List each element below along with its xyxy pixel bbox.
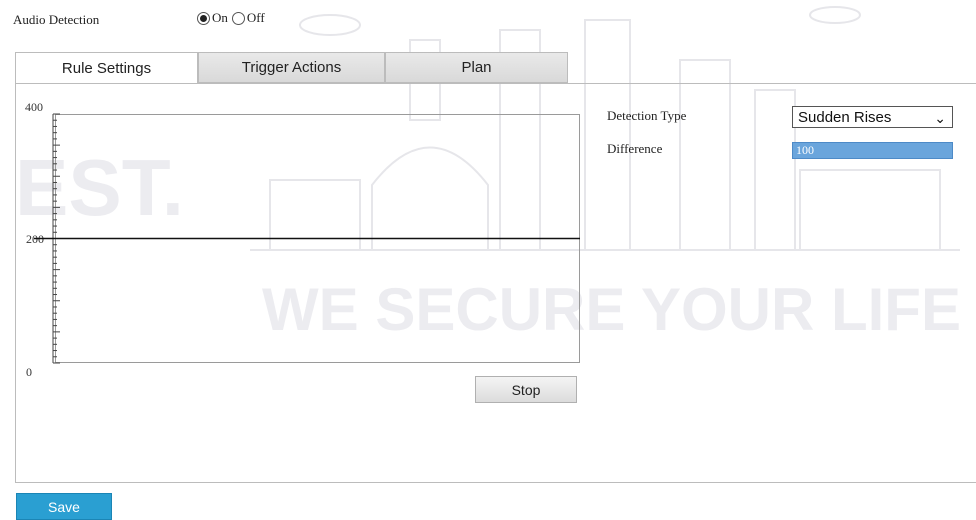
chevron-down-icon: ⌄ bbox=[934, 110, 946, 126]
audio-detection-radio-group: On Off bbox=[197, 10, 269, 26]
graph-axis bbox=[34, 113, 580, 364]
radio-on-label[interactable]: On bbox=[212, 10, 228, 26]
detection-type-label: Detection Type bbox=[607, 108, 687, 123]
tab-rule-settings[interactable]: Rule Settings bbox=[15, 52, 198, 84]
save-button[interactable]: Save bbox=[16, 493, 112, 520]
detection-type-value: Sudden Rises bbox=[798, 108, 892, 126]
audio-detection-label: Audio Detection bbox=[13, 12, 100, 27]
tab-bar: Rule Settings Trigger Actions Plan bbox=[15, 52, 568, 84]
difference-input[interactable]: 100 bbox=[792, 142, 953, 159]
stop-button[interactable]: Stop bbox=[475, 376, 577, 403]
radio-off-label[interactable]: Off bbox=[247, 10, 265, 26]
difference-label: Difference bbox=[607, 141, 663, 156]
tab-trigger-actions[interactable]: Trigger Actions bbox=[198, 52, 385, 83]
tab-plan[interactable]: Plan bbox=[385, 52, 568, 83]
detection-type-select[interactable]: Sudden Rises ⌄ bbox=[792, 106, 953, 128]
radio-on[interactable] bbox=[197, 11, 210, 25]
radio-off[interactable] bbox=[231, 11, 245, 25]
